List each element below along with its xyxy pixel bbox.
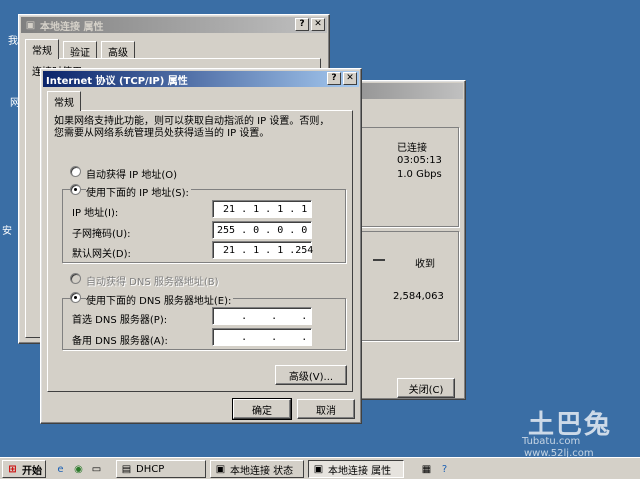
- task-properties-label: 本地连接 属性: [328, 465, 392, 477]
- auto-ip-radio[interactable]: [70, 166, 81, 177]
- gateway-label: 默认网关(D):: [72, 249, 131, 260]
- show-desktop-icon[interactable]: ▭: [90, 463, 103, 476]
- use-dns-label[interactable]: 使用下面的 DNS 服务器地址(E):: [86, 292, 234, 307]
- tab-advanced[interactable]: 高级: [101, 41, 135, 59]
- activity-divider: [373, 259, 385, 261]
- network-status-icon: ▣: [215, 463, 226, 475]
- status-close-button[interactable]: 关闭(C): [397, 378, 455, 398]
- watermark-sub: Tubatu.com: [522, 436, 581, 447]
- dialog-help-button[interactable]: ?: [327, 72, 341, 85]
- ie-quicklaunch-icon[interactable]: e: [54, 463, 67, 476]
- tray-help-icon[interactable]: ?: [438, 463, 451, 476]
- task-dhcp[interactable]: ▤ DHCP: [116, 460, 206, 478]
- close-button[interactable]: ✕: [311, 18, 325, 31]
- auto-dns-label[interactable]: 自动获得 DNS 服务器地址(B): [86, 273, 219, 288]
- task-status-label: 本地连接 状态: [230, 465, 294, 477]
- alternate-dns-label: 备用 DNS 服务器(A):: [72, 336, 168, 347]
- task-dhcp-label: DHCP: [136, 463, 165, 475]
- tab-general[interactable]: 常规: [25, 39, 59, 59]
- ip-address-field[interactable]: 21 . 1 . 1 . 1: [212, 200, 312, 218]
- tray-network-icon[interactable]: ▦: [420, 463, 433, 476]
- tcpip-dialog-title: Internet 协议 (TCP/IP) 属性: [46, 75, 188, 87]
- advanced-button[interactable]: 高级(V)...: [275, 365, 347, 385]
- network-properties-icon: ▣: [313, 463, 324, 475]
- preferred-dns-label: 首选 DNS 服务器(P):: [72, 315, 168, 326]
- received-header: 收到: [415, 259, 435, 270]
- taskbar: ⊞ 开始 e ◉ ▭ ▤ DHCP ▣ 本地连接 状态 ▣ 本地连接 属性 ▦ …: [0, 457, 640, 479]
- start-label: 开始: [22, 465, 42, 477]
- gateway-field[interactable]: 21 . 1 . 1 .254: [212, 241, 313, 259]
- description-text: 如果网络支持此功能，则可以获取自动指派的 IP 设置。否则， 您需要从网络系统管…: [54, 116, 330, 139]
- start-button[interactable]: ⊞ 开始: [2, 460, 46, 478]
- alternate-dns-field[interactable]: . . .: [212, 328, 312, 346]
- use-ip-radio[interactable]: [70, 184, 81, 195]
- cancel-button[interactable]: 取消: [297, 399, 355, 419]
- tab-general-tcpip[interactable]: 常规: [47, 91, 81, 111]
- task-properties[interactable]: ▣ 本地连接 属性: [308, 460, 404, 478]
- status-value: 已连接: [397, 143, 427, 154]
- explorer-quicklaunch-icon[interactable]: ◉: [72, 463, 85, 476]
- desktop-label-1: 我: [8, 36, 18, 47]
- duration-value: 03:05:13: [397, 155, 442, 166]
- auto-ip-label[interactable]: 自动获得 IP 地址(O): [86, 166, 177, 181]
- use-ip-label[interactable]: 使用下面的 IP 地址(S):: [86, 184, 191, 199]
- tcpip-properties-dialog[interactable]: Internet 协议 (TCP/IP) 属性 ? ✕ 常规 如果网络支持此功能…: [40, 68, 362, 424]
- help-button[interactable]: ?: [295, 18, 309, 31]
- dhcp-icon: ▤: [121, 463, 132, 475]
- tcpip-dialog-titlebar[interactable]: Internet 协议 (TCP/IP) 属性 ? ✕: [43, 71, 359, 87]
- tab-auth[interactable]: 验证: [63, 41, 97, 59]
- desktop-label-3: 安: [2, 226, 12, 237]
- task-status[interactable]: ▣ 本地连接 状态: [210, 460, 304, 478]
- speed-value: 1.0 Gbps: [397, 169, 442, 180]
- auto-dns-radio[interactable]: [70, 273, 81, 284]
- use-dns-radio[interactable]: [70, 292, 81, 303]
- network-icon: ▣: [25, 19, 36, 31]
- ip-address-label: IP 地址(I):: [72, 208, 119, 219]
- subnet-label: 子网掩码(U):: [72, 229, 131, 240]
- back-window-titlebar[interactable]: ▣ 本地连接 属性 ? ✕: [21, 17, 327, 33]
- back-window-title: 本地连接 属性: [40, 21, 104, 33]
- ok-button[interactable]: 确定: [232, 398, 292, 420]
- subnet-field[interactable]: 255 . 0 . 0 . 0: [212, 221, 312, 239]
- tcpip-general-panel: 如果网络支持此功能，则可以获取自动指派的 IP 设置。否则， 您需要从网络系统管…: [47, 110, 353, 392]
- received-value: 2,584,063: [393, 291, 444, 302]
- dialog-close-button[interactable]: ✕: [343, 72, 357, 85]
- windows-logo-icon: ⊞: [8, 463, 17, 475]
- preferred-dns-field[interactable]: . . .: [212, 307, 312, 325]
